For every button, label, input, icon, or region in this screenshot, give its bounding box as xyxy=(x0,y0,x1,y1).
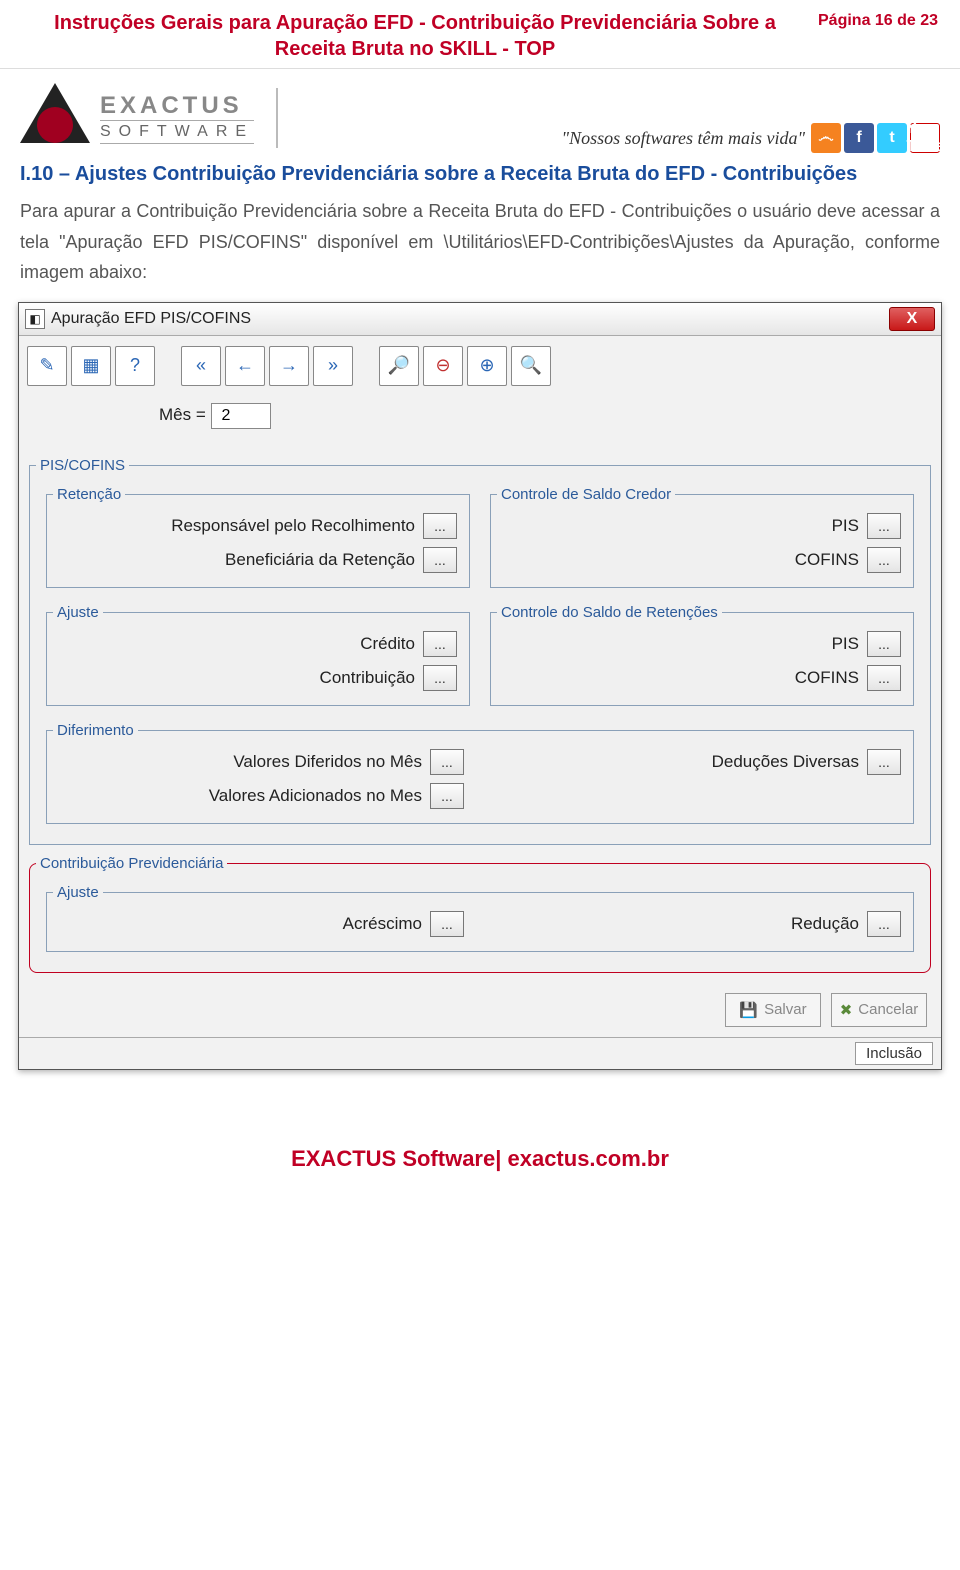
section-body: Para apurar a Contribuição Previdenciári… xyxy=(0,196,960,302)
lookup-acrescimo-button[interactable]: ... xyxy=(430,911,464,937)
document-title: Instruções Gerais para Apuração EFD - Co… xyxy=(20,10,810,62)
logo-divider xyxy=(276,88,278,148)
mes-input[interactable] xyxy=(211,403,271,429)
tagline-wrap: "Nossos softwares têm mais vida" ෴ f t Y… xyxy=(562,123,940,153)
label-saldo-ret-cofins: COFINS xyxy=(795,668,859,688)
label-responsavel: Responsável pelo Recolhimento xyxy=(171,516,415,536)
lookup-saldo-credor-cofins-button[interactable]: ... xyxy=(867,547,901,573)
brand-name-line2: SOFTWARE xyxy=(100,120,254,144)
label-valores-diferidos: Valores Diferidos no Mês xyxy=(233,752,422,772)
close-icon: X xyxy=(907,310,918,328)
help-icon[interactable]: ? xyxy=(115,346,155,386)
lookup-valores-adicionados-button[interactable]: ... xyxy=(430,783,464,809)
mes-row: Mês = xyxy=(19,403,941,451)
label-saldo-credor-pis: PIS xyxy=(832,516,859,536)
legend-saldo-credor: Controle de Saldo Credor xyxy=(497,486,675,503)
next-icon[interactable]: → xyxy=(269,346,309,386)
lookup-responsavel-button[interactable]: ... xyxy=(423,513,457,539)
brand-name-line1: EXACTUS xyxy=(100,92,254,120)
label-valores-adicionados: Valores Adicionados no Mes xyxy=(209,786,422,806)
label-reducao: Redução xyxy=(791,914,859,934)
statusbar: Inclusão xyxy=(19,1037,941,1069)
lookup-contribuicao-button[interactable]: ... xyxy=(423,665,457,691)
brand-name: EXACTUS SOFTWARE xyxy=(100,92,254,144)
brand-logo: EXACTUS SOFTWARE xyxy=(20,83,278,153)
lookup-reducao-button[interactable]: ... xyxy=(867,911,901,937)
remove-icon[interactable]: ⊖ xyxy=(423,346,463,386)
label-contribuicao: Contribuição xyxy=(320,668,415,688)
document-header: Instruções Gerais para Apuração EFD - Co… xyxy=(0,0,960,69)
app-icon: ◧ xyxy=(25,309,45,329)
lookup-valores-diferidos-button[interactable]: ... xyxy=(430,749,464,775)
mes-label: Mês = xyxy=(159,405,206,424)
group-retencao: Retenção Responsável pelo Recolhimento .… xyxy=(46,486,470,588)
group-piscofins: PIS/COFINS Retenção Responsável pelo Rec… xyxy=(29,457,931,845)
titlebar: ◧ Apuração EFD PIS/COFINS X xyxy=(19,303,941,336)
lookup-saldo-ret-cofins-button[interactable]: ... xyxy=(867,665,901,691)
status-mode: Inclusão xyxy=(855,1042,933,1065)
label-credito: Crédito xyxy=(360,634,415,654)
legend-contrib-prev-ajuste: Ajuste xyxy=(53,884,103,901)
last-icon[interactable]: » xyxy=(313,346,353,386)
cancel-icon: ✖ xyxy=(840,1001,853,1019)
lookup-saldo-ret-pis-button[interactable]: ... xyxy=(867,631,901,657)
lookup-deducoes-button[interactable]: ... xyxy=(867,749,901,775)
zoom-icon[interactable]: 🔍 xyxy=(511,346,551,386)
edit-icon[interactable]: ✎ xyxy=(27,346,67,386)
rss-icon[interactable]: ෴ xyxy=(811,123,841,153)
label-acrescimo: Acréscimo xyxy=(343,914,422,934)
save-button[interactable]: 💾 Salvar xyxy=(725,993,821,1027)
legend-diferimento: Diferimento xyxy=(53,722,138,739)
lookup-beneficiaria-button[interactable]: ... xyxy=(423,547,457,573)
social-links: ෴ f t YouTube xyxy=(811,123,940,153)
save-icon: 💾 xyxy=(739,1001,758,1019)
group-ajuste: Ajuste Crédito ... Contribuição ... xyxy=(46,604,470,706)
label-beneficiaria: Beneficiária da Retenção xyxy=(225,550,415,570)
legend-contrib-prev: Contribuição Previdenciária xyxy=(36,855,227,872)
dialog-window: ◧ Apuração EFD PIS/COFINS X ✎ ▦ ? « ← → … xyxy=(18,302,942,1070)
youtube-icon[interactable]: YouTube xyxy=(910,123,940,153)
legend-retencao: Retenção xyxy=(53,486,125,503)
group-diferimento: Diferimento Valores Diferidos no Mês ...… xyxy=(46,722,914,824)
calc-icon[interactable]: ▦ xyxy=(71,346,111,386)
group-saldo-credor: Controle de Saldo Credor PIS ... COFINS … xyxy=(490,486,914,588)
legend-piscofins: PIS/COFINS xyxy=(36,457,129,474)
first-icon[interactable]: « xyxy=(181,346,221,386)
branding-row: EXACTUS SOFTWARE "Nossos softwares têm m… xyxy=(0,69,960,159)
facebook-icon[interactable]: f xyxy=(844,123,874,153)
section-heading: I.10 – Ajustes Contribuição Previdenciár… xyxy=(0,159,960,196)
label-deducoes: Deduções Diversas xyxy=(712,752,859,772)
toolbar: ✎ ▦ ? « ← → » 🔎 ⊖ ⊕ 🔍 xyxy=(19,336,941,403)
logo-mark-icon xyxy=(20,83,90,153)
search-folder-icon[interactable]: 🔎 xyxy=(379,346,419,386)
page-number: Página 16 de 23 xyxy=(810,10,940,62)
footer-text: EXACTUS Software| exactus.com.br xyxy=(0,1110,960,1190)
cancel-label: Cancelar xyxy=(858,1001,918,1018)
label-saldo-credor-cofins: COFINS xyxy=(795,550,859,570)
twitter-icon[interactable]: t xyxy=(877,123,907,153)
tagline-text: "Nossos softwares têm mais vida" xyxy=(562,128,805,149)
legend-ajuste: Ajuste xyxy=(53,604,103,621)
lookup-credito-button[interactable]: ... xyxy=(423,631,457,657)
add-icon[interactable]: ⊕ xyxy=(467,346,507,386)
label-saldo-ret-pis: PIS xyxy=(832,634,859,654)
prev-icon[interactable]: ← xyxy=(225,346,265,386)
window-title: Apuração EFD PIS/COFINS xyxy=(51,310,251,328)
save-label: Salvar xyxy=(764,1001,807,1018)
cancel-button[interactable]: ✖ Cancelar xyxy=(831,993,927,1027)
legend-saldo-retencoes: Controle do Saldo de Retenções xyxy=(497,604,722,621)
group-contrib-prev: Contribuição Previdenciária Ajuste Acrés… xyxy=(29,855,931,973)
group-contrib-prev-ajuste: Ajuste Acréscimo ... Redução ... xyxy=(46,884,914,952)
lookup-saldo-credor-pis-button[interactable]: ... xyxy=(867,513,901,539)
dialog-buttons: 💾 Salvar ✖ Cancelar xyxy=(19,983,941,1037)
close-button[interactable]: X xyxy=(889,307,935,331)
group-saldo-retencoes: Controle do Saldo de Retenções PIS ... C… xyxy=(490,604,914,706)
